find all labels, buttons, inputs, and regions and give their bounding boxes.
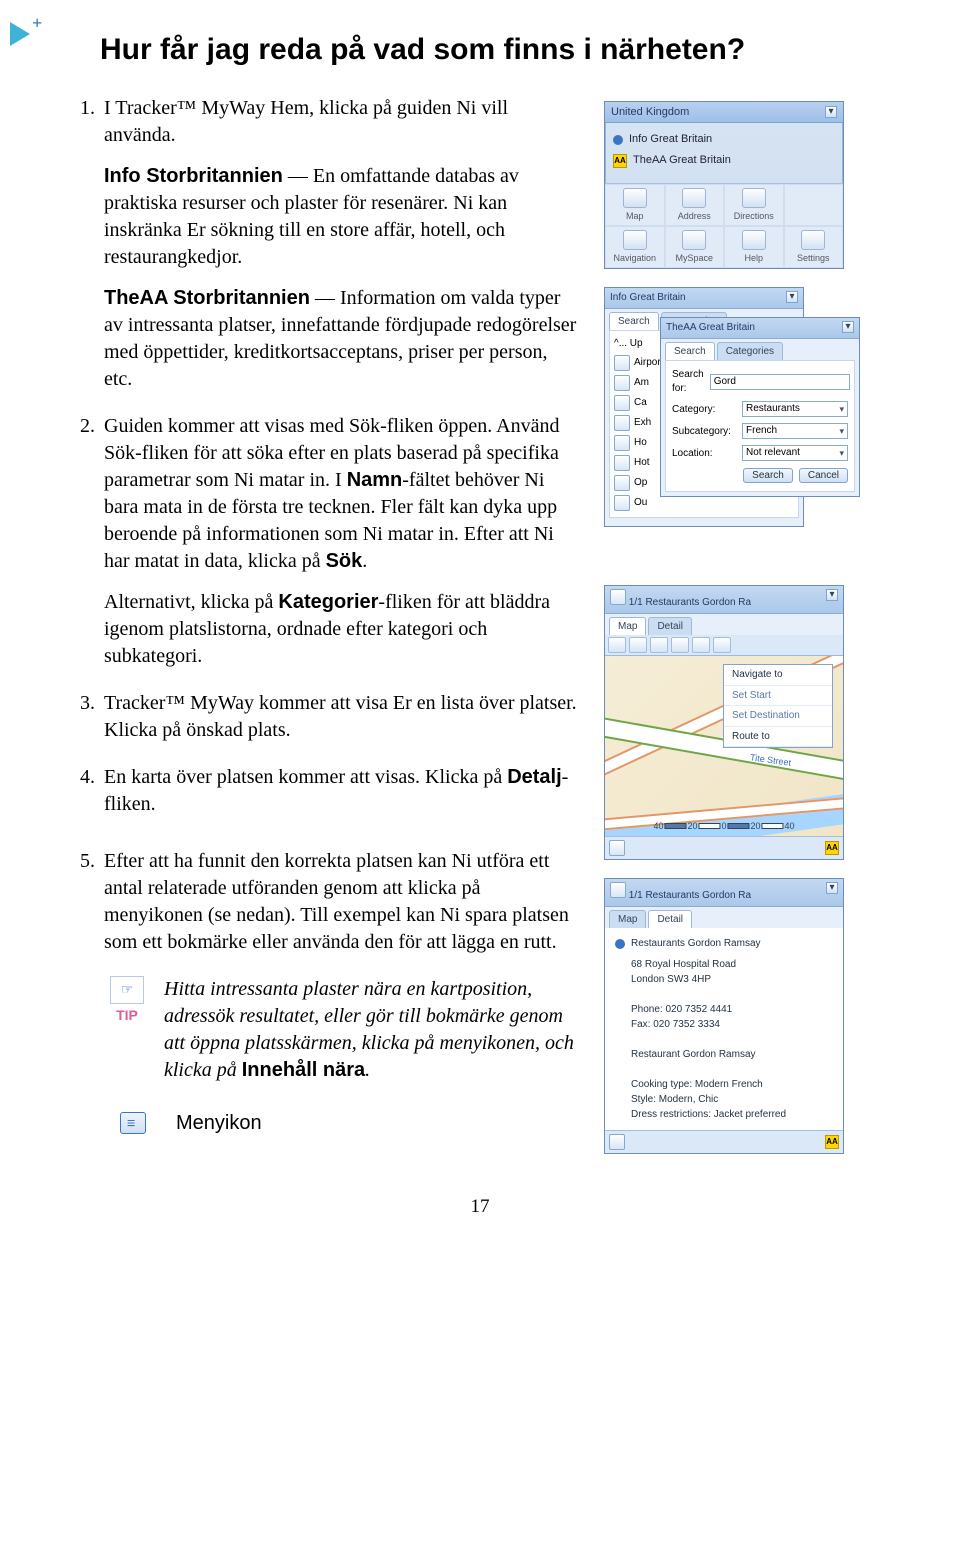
map-canvas[interactable]: Tite Street Navigate to Set Start Set De… <box>605 656 843 836</box>
close-icon[interactable]: ▾ <box>826 589 838 601</box>
category-dropdown[interactable]: Restaurants <box>742 401 848 417</box>
tab-detail[interactable]: Detail <box>648 617 692 636</box>
detail-fax: Fax: 020 7352 3334 <box>631 1017 833 1032</box>
close-icon[interactable]: ▾ <box>825 106 837 118</box>
category-icon <box>614 475 630 491</box>
tab-search[interactable]: Search <box>609 312 659 331</box>
bottom-icon[interactable] <box>609 1134 625 1150</box>
detail-restaurant-name: Restaurant Gordon Ramsay <box>631 1047 833 1062</box>
tip-block: ☞ TIP Hitta intressanta plaster nära en … <box>110 976 580 1084</box>
cancel-button[interactable]: Cancel <box>799 468 848 483</box>
list-item[interactable]: AATheAA Great Britain <box>613 150 835 171</box>
nav-grid: Map Address Directions Navigation MySpac… <box>605 183 843 268</box>
menu-icon <box>120 1112 146 1134</box>
category-icon <box>614 495 630 511</box>
toolbar-button[interactable] <box>692 637 710 653</box>
menu-icon[interactable] <box>610 589 626 605</box>
aa-icon: AA <box>825 1135 839 1149</box>
nav-directions[interactable]: Directions <box>724 184 784 226</box>
tab-map[interactable]: Map <box>609 910 646 929</box>
menu-item-navigate[interactable]: Navigate to <box>724 665 832 686</box>
detail-name: Restaurants Gordon Ramsay <box>631 936 761 951</box>
step-4: 4.En karta över platsen kommer att visas… <box>80 764 580 818</box>
screenshot-detail-panel: 1/1 Restaurants Gordon Ra▾ Map Detail Re… <box>604 878 844 1154</box>
toolbar-button[interactable] <box>671 637 689 653</box>
screenshots-column: United Kingdom ▾ Info Great Britain AATh… <box>604 95 904 1155</box>
step-1-info-sb: Info Storbritannien — En omfattande data… <box>104 163 580 271</box>
step-2-alt: Alternativt, klicka på Kategorier-fliken… <box>104 589 580 670</box>
category-icon <box>614 435 630 451</box>
info-icon <box>615 939 625 949</box>
nav-map[interactable]: Map <box>605 184 665 226</box>
step-1-theaa: TheAA Storbritannien — Information om va… <box>104 285 580 393</box>
close-icon[interactable]: ▾ <box>842 321 854 333</box>
step-5: 5.Efter att ha funnit den korrekta plats… <box>80 848 580 956</box>
category-icon <box>614 395 630 411</box>
scale-bar: 40 20 0 20 40 <box>653 820 794 832</box>
info-icon <box>613 135 623 145</box>
context-menu: Navigate to Set Start Set Destination Ro… <box>723 664 833 748</box>
page-number: 17 <box>40 1194 920 1220</box>
tab-detail[interactable]: Detail <box>648 910 692 929</box>
nav-address[interactable]: Address <box>665 184 725 226</box>
instruction-column: 1.I Tracker™ MyWay Hem, klicka på guiden… <box>40 95 580 1137</box>
page-title: Hur får jag reda på vad som finns i närh… <box>100 30 920 71</box>
menu-item-set-start[interactable]: Set Start <box>724 686 832 707</box>
front-panel-theaa: TheAA Great Britain▾ Search Categories S… <box>660 317 860 497</box>
location-label: Location: <box>672 447 736 461</box>
menu-icon[interactable] <box>610 882 626 898</box>
close-icon[interactable]: ▾ <box>786 291 798 303</box>
step-2: 2.Guiden kommer att visas med Sök-fliken… <box>80 413 580 670</box>
subcategory-label: Subcategory: <box>672 425 736 439</box>
tip-icon: ☞ TIP <box>110 976 144 1025</box>
screenshot-map-panel: 1/1 Restaurants Gordon Ra▾ Map Detail Ti… <box>604 585 844 860</box>
detail-addr2: London SW3 4HP <box>631 972 833 987</box>
panel-title: United Kingdom ▾ <box>605 102 843 124</box>
detail-body: Restaurants Gordon Ramsay 68 Royal Hospi… <box>605 928 843 1130</box>
location-dropdown[interactable]: Not relevant <box>742 445 848 461</box>
bottom-icon[interactable] <box>609 840 625 856</box>
nav-blank <box>784 184 844 226</box>
category-icon <box>614 415 630 431</box>
search-button[interactable]: Search <box>743 468 793 483</box>
screenshot-search-stack: Info Great Britain▾ Search Categories ^.… <box>604 287 904 547</box>
nav-help[interactable]: Help <box>724 226 784 268</box>
aa-icon: AA <box>825 841 839 855</box>
detail-dress: Dress restrictions: Jacket preferred <box>631 1107 833 1122</box>
menyikon-row: Menyikon <box>120 1110 580 1137</box>
nav-settings[interactable]: Settings <box>784 226 844 268</box>
menu-item-set-dest[interactable]: Set Destination <box>724 706 832 727</box>
subcategory-dropdown[interactable]: French <box>742 423 848 439</box>
page-header-icon: + <box>10 12 54 56</box>
toolbar-button[interactable] <box>629 637 647 653</box>
close-icon[interactable]: ▾ <box>826 882 838 894</box>
toolbar-button[interactable] <box>650 637 668 653</box>
step-1: 1.I Tracker™ MyWay Hem, klicka på guiden… <box>80 95 580 393</box>
map-toolbar <box>605 635 843 656</box>
step-3: 3.Tracker™ MyWay kommer att visa Er en l… <box>80 690 580 744</box>
searchfor-label: Search for: <box>672 368 704 395</box>
tab-search[interactable]: Search <box>665 342 715 361</box>
toolbar-button[interactable] <box>608 637 626 653</box>
tab-map[interactable]: Map <box>609 617 646 636</box>
detail-phone: Phone: 020 7352 4441 <box>631 1002 833 1017</box>
searchfor-input[interactable] <box>710 374 850 390</box>
detail-style: Style: Modern, Chic <box>631 1092 833 1107</box>
tip-text: Hitta intressanta plaster nära en kartpo… <box>164 976 580 1084</box>
screenshot-uk-panel: United Kingdom ▾ Info Great Britain AATh… <box>604 101 844 270</box>
toolbar-button[interactable] <box>713 637 731 653</box>
nav-navigation[interactable]: Navigation <box>605 226 665 268</box>
menyikon-label: Menyikon <box>176 1110 262 1137</box>
category-label: Category: <box>672 403 736 417</box>
detail-cooking-type: Cooking type: Modern French <box>631 1077 833 1092</box>
detail-addr1: 68 Royal Hospital Road <box>631 957 833 972</box>
category-icon <box>614 375 630 391</box>
category-icon <box>614 355 630 371</box>
aa-icon: AA <box>613 154 627 168</box>
category-icon <box>614 455 630 471</box>
tab-categories[interactable]: Categories <box>717 342 783 361</box>
nav-myspace[interactable]: MySpace <box>665 226 725 268</box>
list-item[interactable]: Info Great Britain <box>613 129 835 150</box>
menu-item-route[interactable]: Route to <box>724 727 832 748</box>
